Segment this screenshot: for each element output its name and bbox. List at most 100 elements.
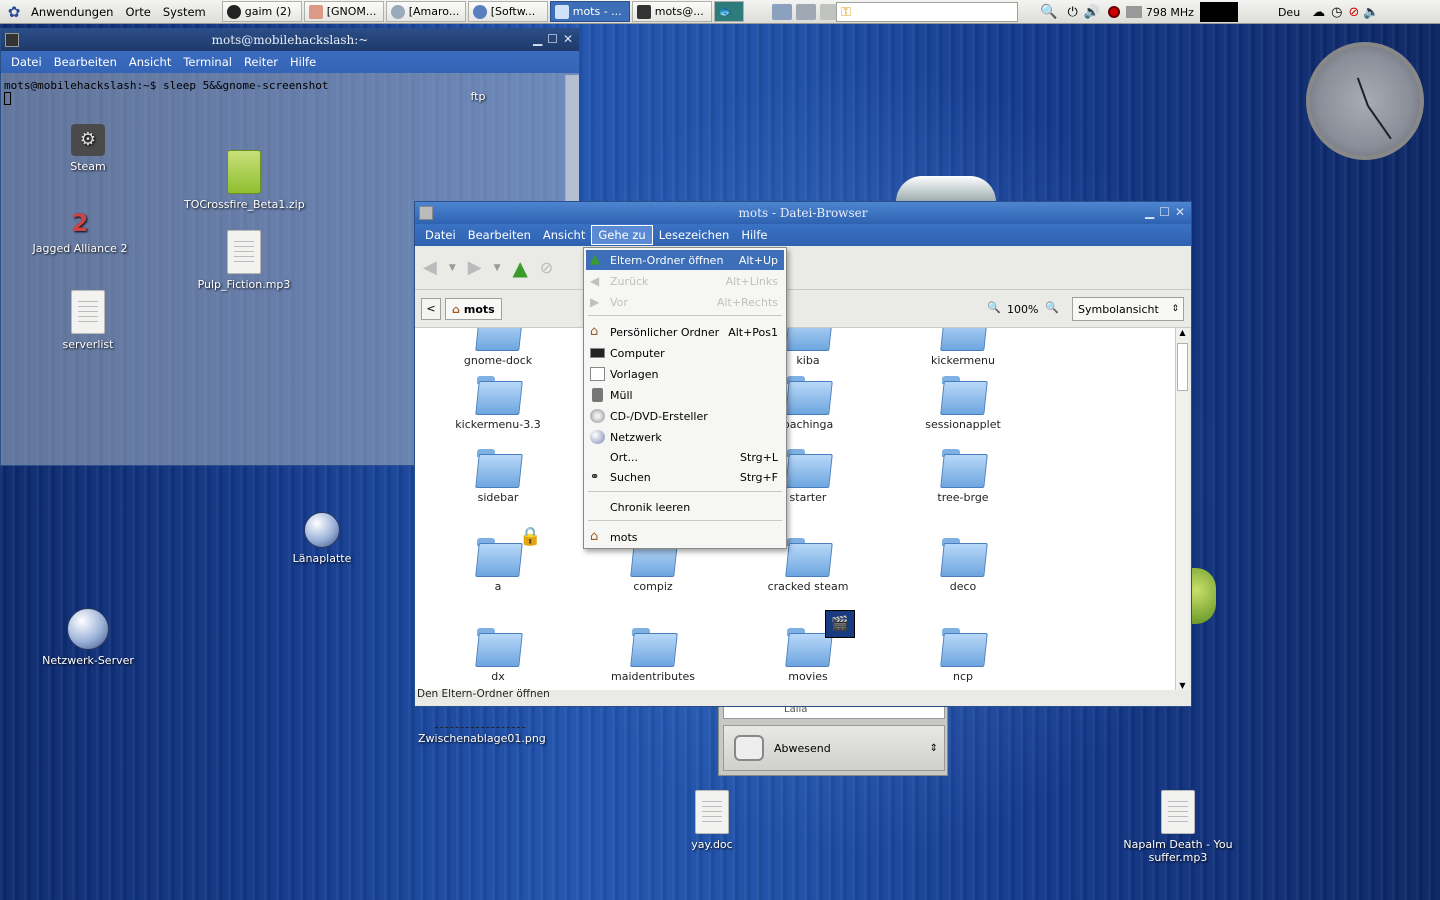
- task-amarok[interactable]: [Amaro...: [385, 1, 466, 22]
- menu-item-location[interactable]: Ort... Strg+L: [586, 447, 784, 467]
- path-button-mots[interactable]: ⌂ mots: [445, 298, 502, 320]
- desktop-icon-napalm-death[interactable]: Napalm Death - You suffer.mp3: [1118, 790, 1238, 864]
- menu-item-forward[interactable]: ▶ Vor Alt+Rechts: [586, 292, 784, 312]
- folder-icon: [475, 447, 521, 487]
- desktop-icon-ftp[interactable]: ftp: [418, 70, 538, 103]
- weather-icon[interactable]: ☁: [1312, 5, 1325, 20]
- folder-item[interactable]: gnome-dock: [423, 328, 573, 367]
- zoom-level[interactable]: 100%: [1007, 303, 1038, 316]
- menu-separator: [588, 491, 782, 492]
- terminal-titlebar[interactable]: mots@mobilehackslash:~ ▁ ☐ ✕: [1, 29, 579, 51]
- file-browser-titlebar[interactable]: mots - Datei-Browser ▁ ☐ ✕: [415, 202, 1191, 224]
- computer-icon[interactable]: [772, 4, 792, 20]
- stop-icon[interactable]: ⊘: [540, 258, 553, 277]
- folder-item[interactable]: kickermenu-3.3: [423, 374, 573, 431]
- fb-menu-ansicht[interactable]: Ansicht: [537, 226, 591, 244]
- folder-item[interactable]: kickermenu: [888, 328, 1038, 367]
- fb-menu-gehe-zu[interactable]: Gehe zu: [591, 225, 653, 245]
- menu-system[interactable]: System: [157, 5, 212, 19]
- folder-item[interactable]: 🔒 a: [423, 526, 573, 593]
- up-arrow-icon[interactable]: ▲: [513, 256, 528, 280]
- terminal-menu-terminal[interactable]: Terminal: [177, 53, 238, 71]
- menu-item-mots[interactable]: ⌂ mots: [586, 527, 784, 547]
- task-file-browser[interactable]: mots - ...: [549, 1, 630, 22]
- fb-menu-lesezeichen[interactable]: Lesezeichen: [653, 226, 736, 244]
- desktop-icon-serverlist[interactable]: serverlist: [28, 290, 148, 351]
- menu-places[interactable]: Orte: [119, 5, 156, 19]
- power-icon[interactable]: ⏻: [1067, 5, 1077, 20]
- menu-item-parent-folder[interactable]: ▲ Eltern-Ordner öffnen Alt+Up: [586, 250, 784, 270]
- alert-icon[interactable]: ⊘: [1349, 5, 1360, 20]
- zoom-out-icon[interactable]: 🔍: [987, 301, 1001, 314]
- terminal-menu-ansicht[interactable]: Ansicht: [123, 53, 177, 71]
- scroll-thumb[interactable]: [1177, 343, 1188, 391]
- scroll-down-icon[interactable]: ▼: [1176, 681, 1189, 690]
- back-arrow-icon[interactable]: ◀: [423, 257, 437, 278]
- chevron-down-icon[interactable]: ▼: [494, 263, 501, 273]
- scroll-up-icon[interactable]: ▲: [1176, 328, 1189, 337]
- desktop-icon-yay-doc[interactable]: yay.doc: [652, 790, 772, 851]
- task-terminal[interactable]: mots@...: [631, 1, 712, 22]
- folder-item[interactable]: dx: [423, 626, 573, 683]
- terminal-menu-bearbeiten[interactable]: Bearbeiten: [48, 53, 123, 71]
- desktop-icon-netzwerk-server[interactable]: Netzwerk-Server: [28, 608, 148, 667]
- fb-icon-view[interactable]: gnome-dock kiba kickermenu kickermenu-3.…: [415, 328, 1175, 690]
- menu-item-back[interactable]: ◀ Zurück Alt+Links: [586, 271, 784, 291]
- view-mode-select[interactable]: Symbolansicht ⇕: [1072, 297, 1184, 321]
- menu-item-trash[interactable]: Müll: [586, 385, 784, 405]
- menu-item-clear-history[interactable]: Chronik leeren: [586, 497, 784, 517]
- chevron-down-icon[interactable]: ▼: [449, 263, 456, 273]
- maximize-icon[interactable]: ☐: [547, 32, 558, 46]
- close-icon[interactable]: ✕: [563, 32, 573, 46]
- folder-item[interactable]: maidentributes: [578, 626, 728, 683]
- desktop-icon-pulp-fiction[interactable]: Pulp_Fiction.mp3: [184, 230, 304, 291]
- zoom-in-icon[interactable]: 🔍: [1045, 301, 1059, 314]
- search-icon[interactable]: 🔍: [1040, 4, 1057, 20]
- folder-item[interactable]: ncp: [888, 626, 1038, 683]
- battery-icon[interactable]: [1125, 6, 1142, 18]
- minimize-icon[interactable]: ▁: [1145, 205, 1154, 219]
- menu-item-templates[interactable]: Vorlagen: [586, 364, 784, 384]
- folder-item[interactable]: 🎬 movies: [733, 610, 883, 683]
- desktop-icon-steam[interactable]: ⚙ Steam: [28, 124, 148, 173]
- folder-item[interactable]: sidebar: [423, 447, 573, 504]
- speaker-icon[interactable]: 🔈: [1363, 5, 1379, 20]
- search-field[interactable]: ⚿: [836, 2, 1018, 22]
- fb-menu-bearbeiten[interactable]: Bearbeiten: [462, 226, 537, 244]
- gnome-foot-icon[interactable]: ✿: [3, 1, 25, 23]
- clock-icon[interactable]: ◷: [1331, 5, 1342, 20]
- desktop-icon-tocrossfire[interactable]: TOCrossfire_Beta1.zip: [184, 150, 305, 211]
- close-icon[interactable]: ✕: [1175, 205, 1185, 219]
- desktop-icon-lanaplatte[interactable]: Länaplatte: [262, 512, 382, 565]
- task-gaim[interactable]: gaim (2): [221, 1, 302, 22]
- desktop-icon-jagged-alliance[interactable]: 2 Jagged Alliance 2: [20, 208, 140, 255]
- minimize-icon[interactable]: ▁: [533, 32, 542, 46]
- path-left-button[interactable]: <: [421, 298, 441, 320]
- menu-item-home[interactable]: ⌂ Persönlicher Ordner Alt+Pos1: [586, 322, 784, 342]
- terminal-menu-hilfe[interactable]: Hilfe: [284, 53, 322, 71]
- fb-menu-hilfe[interactable]: Hilfe: [735, 226, 773, 244]
- gaim-status-selector[interactable]: Abwesend ⇕: [723, 725, 945, 771]
- menu-applications[interactable]: Anwendungen: [25, 5, 119, 19]
- forward-arrow-icon[interactable]: ▶: [468, 257, 482, 278]
- maximize-icon[interactable]: ☐: [1159, 205, 1170, 219]
- task-fish[interactable]: 🐟: [713, 1, 744, 22]
- menu-item-computer[interactable]: Computer: [586, 343, 784, 363]
- network-icon[interactable]: [796, 4, 816, 20]
- fb-menu-datei[interactable]: Datei: [419, 226, 462, 244]
- record-icon[interactable]: [1107, 6, 1120, 18]
- task-gnome[interactable]: [GNOM...: [303, 1, 384, 22]
- folder-item[interactable]: deco: [888, 536, 1038, 593]
- keyboard-layout[interactable]: Deu: [1278, 6, 1300, 19]
- menu-item-search[interactable]: ⚭ Suchen Strg+F: [586, 467, 784, 487]
- terminal-menu-datei[interactable]: Datei: [5, 53, 48, 71]
- fb-scrollbar[interactable]: ▲ ▼: [1175, 328, 1189, 690]
- folder-item[interactable]: tree-brge: [888, 447, 1038, 504]
- volume-icon[interactable]: 🔊: [1084, 5, 1100, 20]
- menu-item-network[interactable]: Netzwerk: [586, 427, 784, 447]
- menu-item-cd-burner[interactable]: CD-/DVD-Ersteller: [586, 406, 784, 426]
- desktop-icon-zwischenablage[interactable]: Zwischenablage01.png: [418, 718, 546, 745]
- terminal-menu-reiter[interactable]: Reiter: [238, 53, 284, 71]
- task-firefox[interactable]: [Softw...: [467, 1, 548, 22]
- folder-item[interactable]: sessionapplet: [888, 374, 1038, 431]
